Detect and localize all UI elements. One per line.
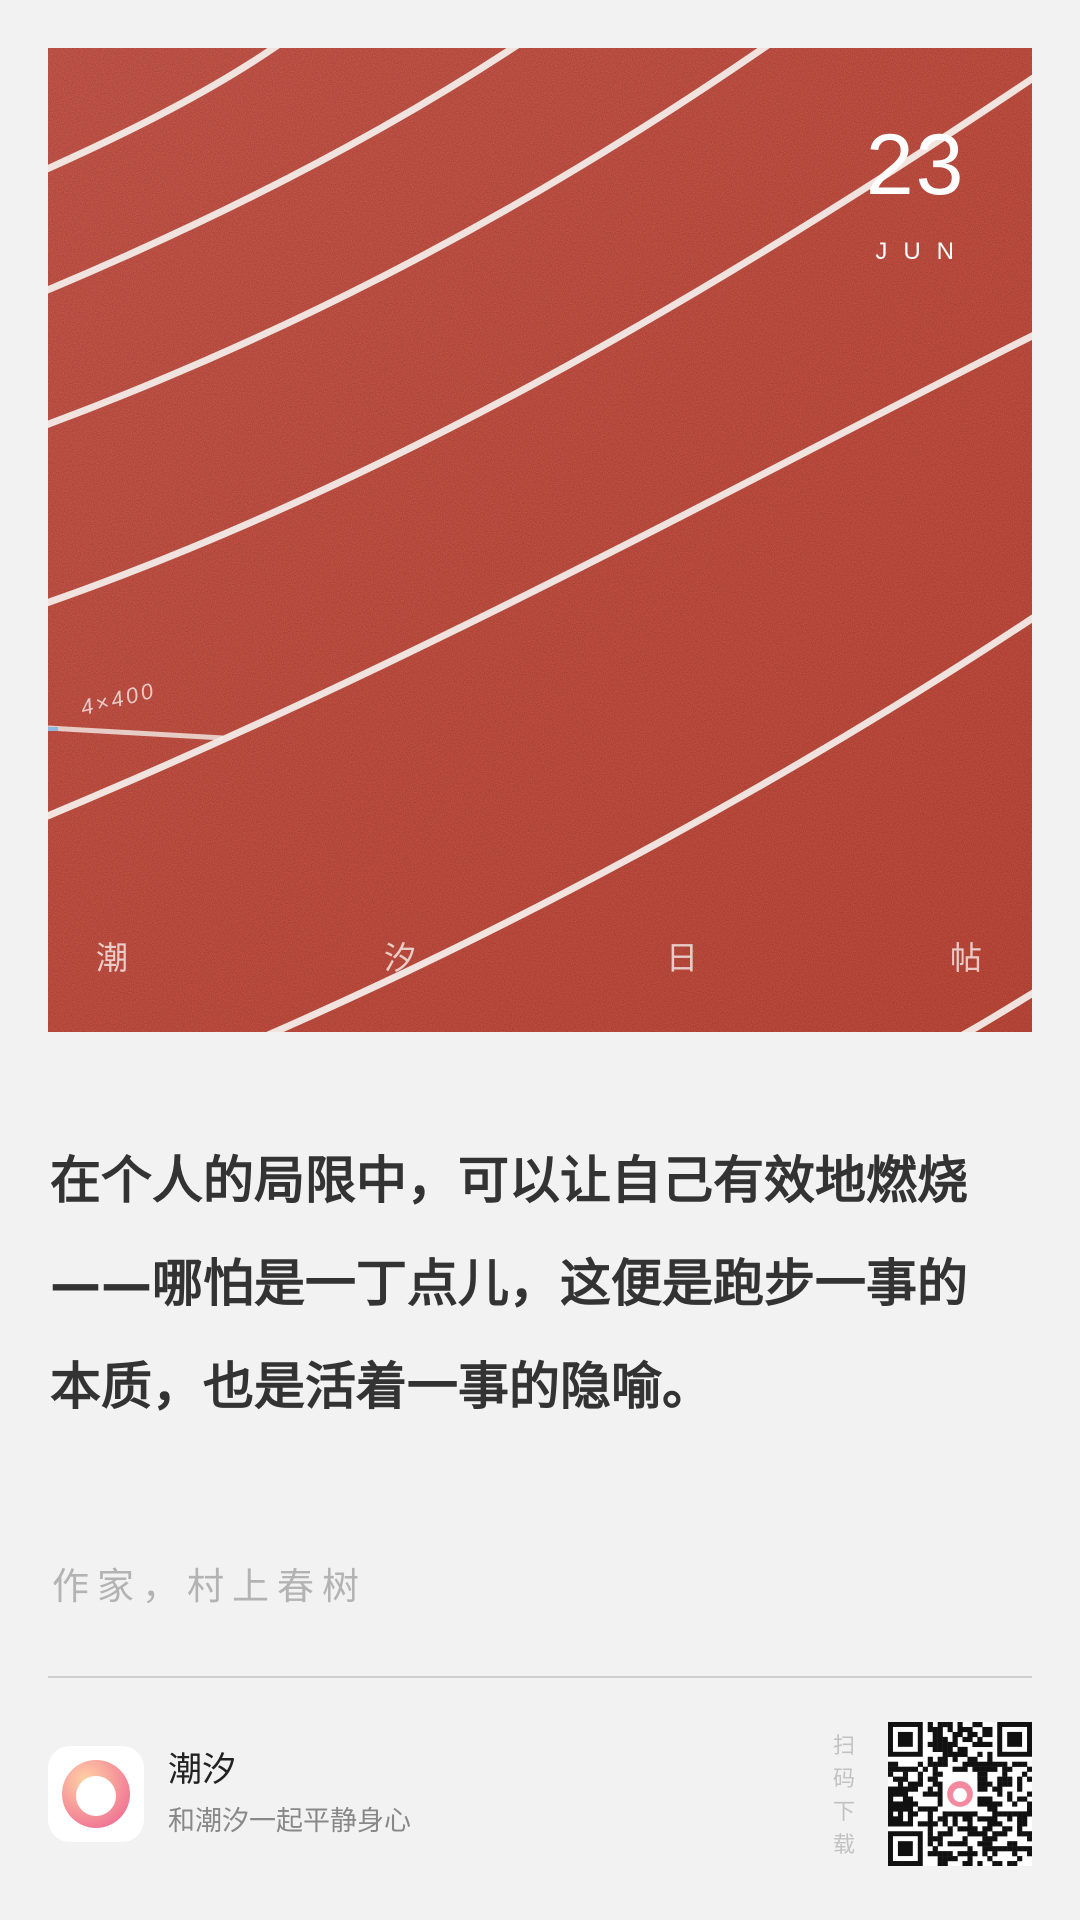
quote-text: 在个人的局限中，可以让自己有效地燃烧——哪怕是一丁点儿，这便是跑步一事的本质，也… xyxy=(50,1152,969,1417)
cover-image-card: 4×400 23 JUN 潮 汐 日 帖 xyxy=(48,48,1032,1032)
date-day: 23 xyxy=(865,117,966,213)
brand-char: 潮 xyxy=(96,939,129,977)
brand-char: 日 xyxy=(666,939,699,977)
qr-code[interactable] xyxy=(888,1722,1033,1867)
scan-to-download-label: 扫 码 下 载 xyxy=(828,1730,860,1862)
date-block: 23 JUN xyxy=(861,122,970,266)
scan-label-char: 扫 xyxy=(832,1734,855,1759)
scan-label-char: 载 xyxy=(832,1833,855,1858)
brand-char: 帖 xyxy=(950,939,983,977)
date-month: JUN xyxy=(875,238,970,265)
tide-ring-icon xyxy=(62,1760,130,1828)
brand-strip: 潮 汐 日 帖 xyxy=(48,938,1032,978)
app-slogan: 和潮汐一起平静身心 xyxy=(168,1806,411,1837)
quote-author: 作家，村上春树 xyxy=(52,1565,367,1608)
divider xyxy=(48,1676,1032,1678)
scan-label-char: 码 xyxy=(832,1767,855,1792)
brand-char: 汐 xyxy=(384,939,417,977)
app-logo[interactable] xyxy=(48,1746,144,1842)
app-name: 潮汐 xyxy=(168,1750,236,1790)
scan-label-char: 下 xyxy=(832,1800,855,1825)
qr-code-icon xyxy=(888,1722,1033,1867)
